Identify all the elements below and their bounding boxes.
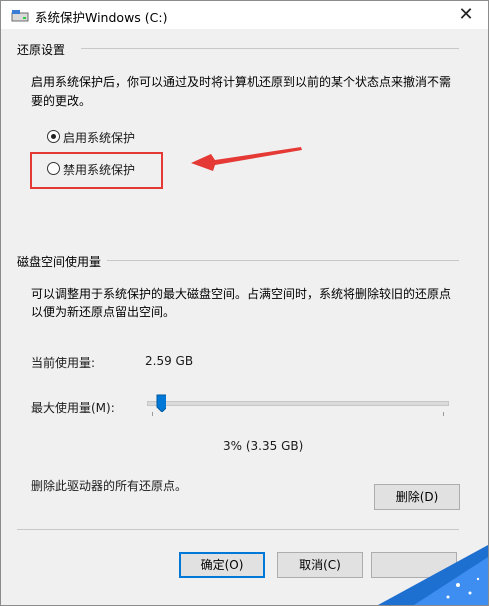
footer-divider: [17, 529, 459, 530]
radio-disable-label: 禁用系统保护: [63, 163, 136, 177]
disk-usage-divider: [107, 260, 459, 261]
slider-track: [147, 401, 449, 406]
max-usage-label: 最大使用量(M):: [31, 401, 115, 415]
slider-thumb[interactable]: [156, 394, 166, 412]
radio-disable-circle[interactable]: [47, 162, 60, 175]
disk-usage-description-line2: 以便为新还原点留出空间。: [31, 305, 176, 319]
cancel-button[interactable]: 取消(C): [277, 552, 363, 578]
corner-decoration: [378, 545, 488, 605]
current-usage-value: 2.59 GB: [145, 354, 194, 368]
slider-tick-end: [443, 412, 444, 416]
radio-enable-protection[interactable]: 启用系统保护: [47, 129, 197, 145]
ok-button[interactable]: 确定(O): [179, 552, 265, 578]
delete-description: 删除此驱动器的所有还原点。: [31, 479, 188, 493]
disk-usage-description-line1: 可以调整用于系统保护的最大磁盘空间。占满空间时，系统将删除较旧的还原点: [31, 287, 452, 301]
radio-enable-circle[interactable]: [47, 130, 60, 143]
title-bar: 系统保护Windows (C:) ✕: [1, 1, 488, 29]
close-button[interactable]: ✕: [454, 3, 478, 27]
slider-tick-start: [152, 412, 153, 416]
radio-disable-protection[interactable]: 禁用系统保护: [47, 161, 197, 177]
restore-settings-description-line1: 启用系统保护后，你可以通过及时将计算机还原到以前的某个状态点来撤消不需: [31, 75, 452, 89]
window-title: 系统保护Windows (C:): [35, 10, 168, 25]
restore-settings-label: 还原设置: [17, 43, 66, 57]
delete-button[interactable]: 删除(D): [374, 484, 460, 510]
disk-usage-label: 磁盘空间使用量: [17, 255, 102, 269]
max-usage-slider[interactable]: [147, 393, 449, 421]
restore-settings-description-line2: 要的更改。: [31, 94, 92, 108]
annotation-arrow: [191, 147, 302, 171]
current-usage-label: 当前使用量:: [31, 356, 96, 370]
slider-readout: 3% (3.35 GB): [223, 439, 304, 453]
radio-enable-dot: [51, 134, 56, 139]
drive-icon: [11, 10, 29, 22]
restore-settings-divider: [81, 48, 459, 49]
radio-enable-label: 启用系统保护: [63, 131, 136, 145]
system-protection-dialog: 系统保护Windows (C:) ✕ 还原设置 启用系统保护后，你可以通过及时将…: [0, 0, 489, 606]
